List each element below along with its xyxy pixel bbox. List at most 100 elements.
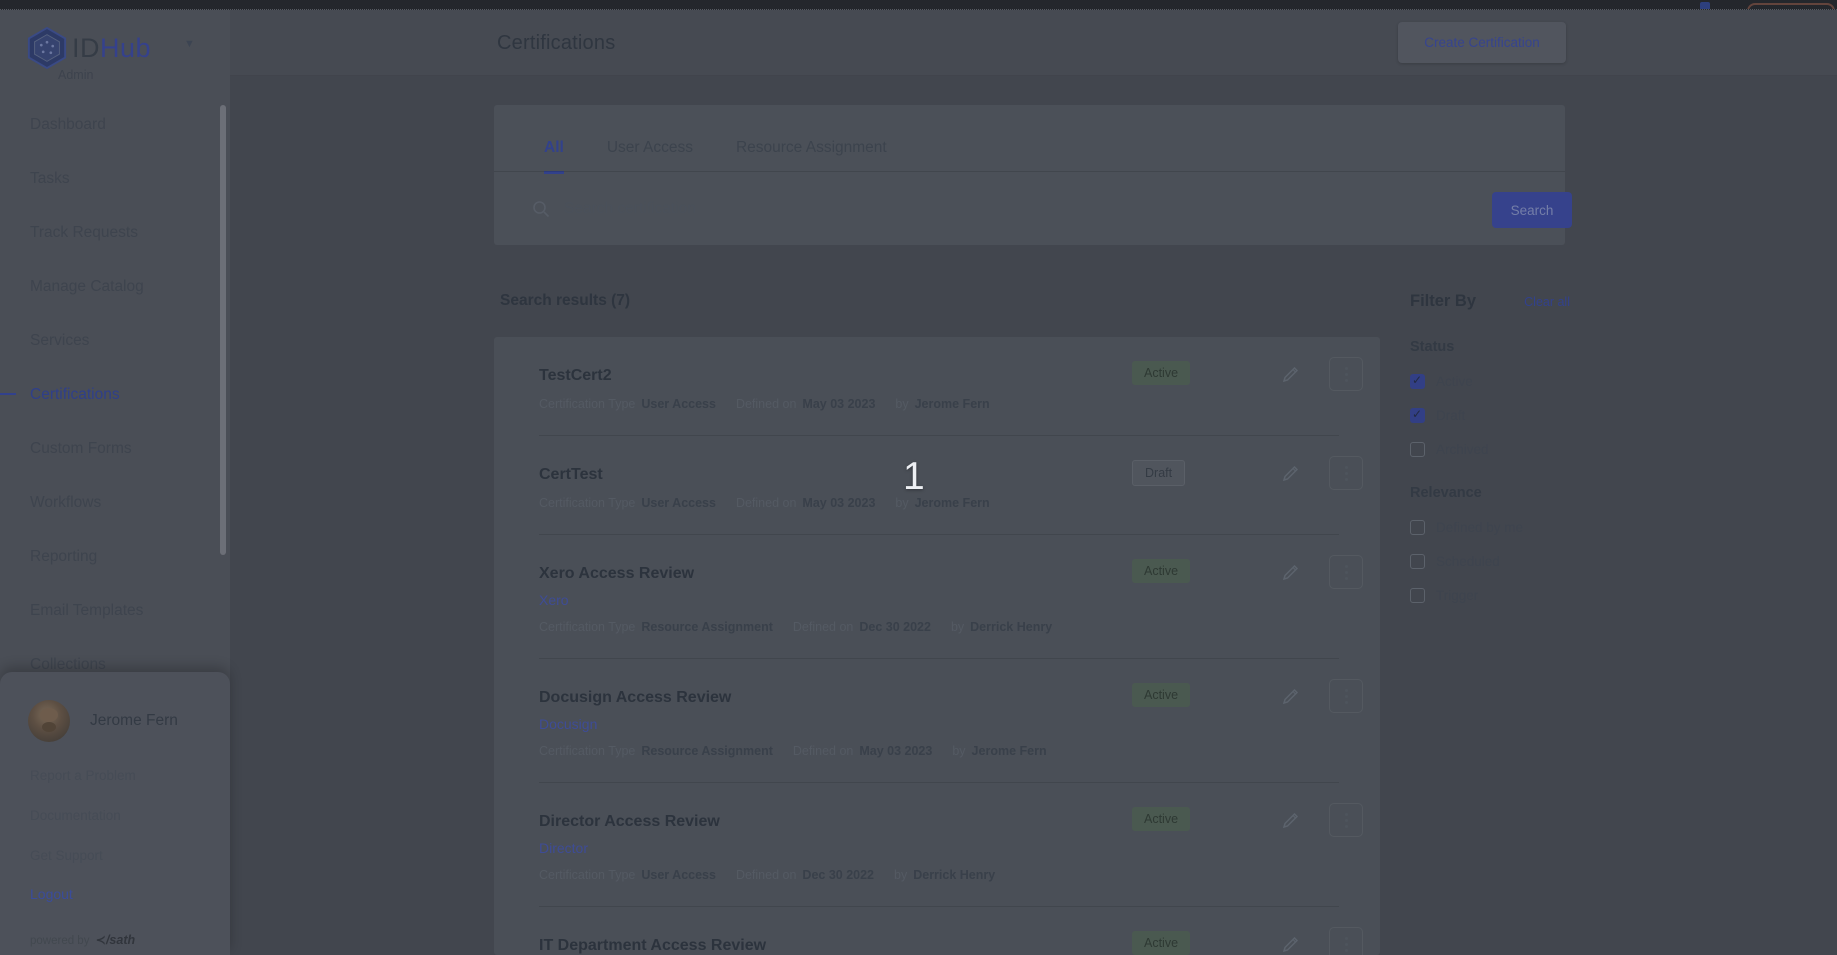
kebab-menu-icon[interactable] <box>1329 927 1363 955</box>
checkbox-unchecked-icon[interactable] <box>1410 442 1425 457</box>
filter-option-label: Archived <box>1436 442 1489 457</box>
sidebar: IDHub ▼ Admin DashboardTasksTrack Reques… <box>0 10 230 955</box>
search-input[interactable] <box>562 199 1532 219</box>
resource-link[interactable]: Docusign <box>539 716 597 732</box>
user-name[interactable]: Jerome Fern <box>90 712 178 730</box>
checkbox-unchecked-icon[interactable] <box>1410 554 1425 569</box>
resource-link[interactable]: Director <box>539 840 588 856</box>
certification-title[interactable]: Director Access Review <box>539 813 720 831</box>
brand-logo[interactable]: IDHub <box>26 26 151 70</box>
certification-list: TestCert2Certification TypeUser AccessDe… <box>494 337 1380 955</box>
certification-meta: Certification TypeUser AccessDefined onM… <box>539 397 1339 411</box>
brand-wordmark: IDHub <box>72 33 151 64</box>
certification-card: Docusign Access Review Docusign Certificat… <box>539 659 1339 783</box>
meta-value: User Access <box>641 868 716 882</box>
meta-value: Resource Assignment <box>641 744 773 758</box>
search-row: Search <box>532 189 1532 229</box>
checkbox-unchecked-icon[interactable] <box>1410 520 1425 535</box>
meta-label: Certification Type <box>539 496 635 510</box>
meta-label: by <box>894 868 907 882</box>
edit-icon[interactable] <box>1274 456 1308 490</box>
filter-option-active[interactable]: Active <box>1410 374 1570 389</box>
chevron-down-icon[interactable]: ▼ <box>184 38 195 50</box>
certification-meta: Certification TypeResource AssignmentDef… <box>539 620 1339 634</box>
sidebar-item-custom-forms[interactable]: Custom Forms <box>0 434 230 488</box>
certification-meta: Certification TypeUser AccessDefined onD… <box>539 868 1339 882</box>
meta-label: Certification Type <box>539 620 635 634</box>
sidebar-item-tasks[interactable]: Tasks <box>0 164 230 218</box>
resource-link[interactable]: Xero <box>539 592 569 608</box>
meta-value: Jerome Fern <box>915 496 990 510</box>
search-button[interactable]: Search <box>1492 192 1572 228</box>
certification-card: TestCert2 Certification TypeUser AccessDe… <box>539 337 1339 436</box>
sidebar-item-certifications[interactable]: Certifications <box>0 380 230 434</box>
sidebar-scrollbar[interactable] <box>220 105 226 555</box>
get-support-link[interactable]: Get Support <box>30 848 103 863</box>
tab-user-access[interactable]: User Access <box>607 139 693 174</box>
status-badge: Active <box>1132 361 1190 385</box>
filter-option-scheduled[interactable]: Scheduled <box>1410 554 1570 569</box>
documentation-link[interactable]: Documentation <box>30 808 121 823</box>
meta-label: Certification Type <box>539 868 635 882</box>
status-badge: Draft <box>1132 460 1185 486</box>
meta-label: Defined on <box>736 496 796 510</box>
clear-all-link[interactable]: Clear all <box>1524 295 1570 309</box>
meta-value: Derrick Henry <box>913 868 995 882</box>
logout-link[interactable]: Logout <box>30 886 73 902</box>
certification-title[interactable]: CertTest <box>539 466 603 484</box>
sidebar-item-services[interactable]: Services <box>0 326 230 380</box>
kebab-menu-icon[interactable] <box>1329 679 1363 713</box>
filter-option-draft[interactable]: Draft <box>1410 408 1570 423</box>
meta-value: Derrick Henry <box>970 620 1052 634</box>
meta-label: by <box>952 744 965 758</box>
tab-resource-assignment[interactable]: Resource Assignment <box>736 139 887 174</box>
filter-option-defined-by-me[interactable]: Defined by me <box>1410 520 1570 535</box>
certification-title[interactable]: IT Department Access Review <box>539 937 766 955</box>
filter-option-label: Trigger <box>1436 588 1478 603</box>
sidebar-item-dashboard[interactable]: Dashboard <box>0 110 230 164</box>
filter-group-label-relevance: Relevance <box>1410 485 1570 501</box>
edit-icon[interactable] <box>1274 555 1308 589</box>
idhub-hexagon-icon <box>26 26 68 70</box>
sidebar-item-track-requests[interactable]: Track Requests <box>0 218 230 272</box>
certification-meta: Certification TypeResource AssignmentDef… <box>539 744 1339 758</box>
create-certification-button[interactable]: Create Certification <box>1398 22 1566 63</box>
meta-value: May 03 2023 <box>802 496 875 510</box>
checkbox-checked-icon[interactable] <box>1410 374 1425 389</box>
sidebar-item-reporting[interactable]: Reporting <box>0 542 230 596</box>
edit-icon[interactable] <box>1274 803 1308 837</box>
edit-icon[interactable] <box>1274 679 1308 713</box>
status-badge: Active <box>1132 683 1190 707</box>
meta-value: Dec 30 2022 <box>802 868 874 882</box>
edit-icon[interactable] <box>1274 927 1308 955</box>
sidebar-item-manage-catalog[interactable]: Manage Catalog <box>0 272 230 326</box>
search-icon <box>532 200 550 218</box>
filter-option-trigger[interactable]: Trigger <box>1410 588 1570 603</box>
kebab-menu-icon[interactable] <box>1329 357 1363 391</box>
edit-icon[interactable] <box>1274 357 1308 391</box>
report-problem-link[interactable]: Report a Problem <box>30 768 136 783</box>
certification-title[interactable]: Xero Access Review <box>539 565 694 583</box>
sath-logo: ≺/sath <box>95 933 135 947</box>
checkbox-unchecked-icon[interactable] <box>1410 588 1425 603</box>
kebab-menu-icon[interactable] <box>1329 803 1363 837</box>
certification-title[interactable]: TestCert2 <box>539 367 612 385</box>
tab-all[interactable]: All <box>544 139 564 174</box>
filter-option-archived[interactable]: Archived <box>1410 442 1570 457</box>
kebab-menu-icon[interactable] <box>1329 555 1363 589</box>
meta-label: Certification Type <box>539 397 635 411</box>
avatar[interactable] <box>28 700 70 742</box>
kebab-menu-icon[interactable] <box>1329 456 1363 490</box>
checkbox-checked-icon[interactable] <box>1410 408 1425 423</box>
certification-title[interactable]: Docusign Access Review <box>539 689 731 707</box>
meta-value: User Access <box>641 496 716 510</box>
meta-value: May 03 2023 <box>859 744 932 758</box>
sidebar-item-email-templates[interactable]: Email Templates <box>0 596 230 650</box>
status-badge: Active <box>1132 559 1190 583</box>
meta-label: by <box>951 620 964 634</box>
meta-value: Resource Assignment <box>641 620 773 634</box>
filter-option-label: Scheduled <box>1436 554 1500 569</box>
sidebar-item-workflows[interactable]: Workflows <box>0 488 230 542</box>
certification-card: Xero Access Review Xero Certification Type… <box>539 535 1339 659</box>
tabs-search-panel: All User Access Resource Assignment Search <box>494 105 1565 245</box>
